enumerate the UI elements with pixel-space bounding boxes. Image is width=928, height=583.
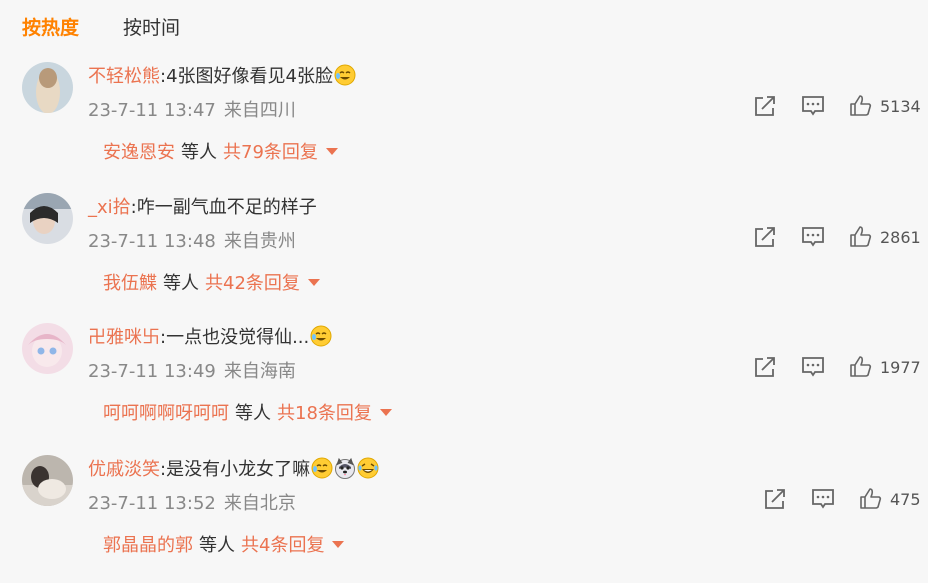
- comment-icon: [802, 96, 824, 116]
- reply-etc: 等人: [163, 273, 199, 294]
- comment-actions: 2861: [753, 223, 921, 251]
- reply-user-names[interactable]: 安逸恩安: [103, 142, 175, 163]
- reply-user-names[interactable]: 我伍鰈: [103, 273, 157, 294]
- cry-laugh-emoji-icon: [334, 64, 356, 86]
- like-count: 475: [890, 489, 921, 509]
- share-icon: [755, 96, 775, 116]
- share-button[interactable]: [753, 225, 777, 249]
- reply-total-link[interactable]: 共42条回复: [205, 273, 300, 294]
- comment-location: 来自贵州: [223, 231, 296, 252]
- cry-laugh-emoji-icon: [310, 325, 332, 347]
- comment-actions: 475: [763, 485, 921, 513]
- comment-meta: 23-7-11 13:47 来自四川: [88, 96, 296, 122]
- like-count: 1977: [880, 357, 921, 377]
- comment-text: 咋一副气血不足的样子: [136, 197, 317, 218]
- comment-icon: [802, 227, 824, 247]
- comment-actions: 1977: [753, 353, 921, 381]
- caret-down-icon[interactable]: [379, 409, 392, 416]
- username-link[interactable]: 优戚淡笑: [88, 459, 160, 480]
- username-link[interactable]: 卍雅咪卐: [88, 327, 160, 348]
- like-icon: [849, 355, 873, 379]
- reply-etc: 等人: [235, 403, 271, 424]
- like-icon: [849, 94, 873, 118]
- cry-laugh-emoji-icon: [311, 457, 333, 479]
- like-count: 5134: [880, 96, 921, 116]
- comment-item: 不轻松熊:4张图好像看见4张脸 23-7-11 13:47 来自四川 5134 安…: [0, 62, 928, 190]
- comment-item: 优戚淡笑:是没有小龙女了嘛 23-7-11 13:52 来自北京 475 郭晶晶的…: [0, 455, 928, 583]
- reply-total-link[interactable]: 共79条回复: [223, 142, 318, 163]
- avatar[interactable]: [22, 323, 73, 374]
- caret-down-icon[interactable]: [307, 279, 320, 286]
- comment-time: 23-7-11 13:48: [88, 231, 216, 252]
- avatar[interactable]: [22, 62, 73, 113]
- like-icon: [859, 487, 883, 511]
- comment-button[interactable]: [811, 487, 835, 511]
- comment-text-line: _xi拾:咋一副气血不足的样子: [88, 195, 317, 221]
- reply-summary[interactable]: 安逸恩安 等人 共79条回复: [103, 138, 338, 164]
- comment-text: 一点也没觉得仙...: [166, 327, 310, 348]
- like-button[interactable]: 475: [859, 487, 921, 511]
- comment-actions: 5134: [753, 92, 921, 120]
- sort-tabs: 按热度 按时间: [22, 12, 224, 40]
- like-button[interactable]: 5134: [849, 94, 921, 118]
- reply-summary[interactable]: 郭晶晶的郭 等人 共4条回复: [103, 531, 345, 557]
- reply-user-names[interactable]: 郭晶晶的郭: [103, 535, 193, 556]
- reply-summary[interactable]: 我伍鰈 等人 共42条回复: [103, 269, 320, 295]
- comment-time: 23-7-11 13:52: [88, 493, 216, 514]
- reply-total-link[interactable]: 共18条回复: [277, 403, 372, 424]
- comment-icon: [802, 357, 824, 377]
- share-button[interactable]: [753, 355, 777, 379]
- share-button[interactable]: [763, 487, 787, 511]
- comment-text-line: 卍雅咪卐:一点也没觉得仙...: [88, 325, 332, 351]
- like-count: 2861: [880, 227, 921, 247]
- reply-etc: 等人: [181, 142, 217, 163]
- comment-text-line: 不轻松熊:4张图好像看见4张脸: [88, 64, 356, 90]
- comment-location: 来自海南: [223, 361, 296, 382]
- username-link[interactable]: _xi拾: [88, 197, 131, 218]
- avatar[interactable]: [22, 193, 73, 244]
- share-icon: [755, 357, 775, 377]
- comment-location: 来自北京: [223, 493, 296, 514]
- comment-item: 卍雅咪卐:一点也没觉得仙... 23-7-11 13:49 来自海南 1977 呵…: [0, 323, 928, 451]
- reply-etc: 等人: [199, 535, 235, 556]
- tab-by-time[interactable]: 按时间: [123, 13, 180, 40]
- like-button[interactable]: 2861: [849, 225, 921, 249]
- username-link[interactable]: 不轻松熊: [88, 66, 160, 87]
- reply-total-link[interactable]: 共4条回复: [241, 535, 324, 556]
- comment-meta: 23-7-11 13:52 来自北京: [88, 489, 296, 515]
- share-icon: [755, 227, 775, 247]
- caret-down-icon[interactable]: [332, 541, 345, 548]
- comment-time: 23-7-11 13:49: [88, 361, 216, 382]
- comment-location: 来自四川: [223, 100, 296, 121]
- comment-icon: [812, 489, 834, 509]
- comment-button[interactable]: [801, 94, 825, 118]
- husky-emoji-icon: [334, 457, 356, 479]
- comment-meta: 23-7-11 13:48 来自贵州: [88, 227, 296, 253]
- laugh-emoji-icon: [357, 457, 379, 479]
- share-button[interactable]: [753, 94, 777, 118]
- comment-time: 23-7-11 13:47: [88, 100, 216, 121]
- comment-item: _xi拾:咋一副气血不足的样子 23-7-11 13:48 来自贵州 2861 我…: [0, 193, 928, 321]
- share-icon: [765, 489, 785, 509]
- comment-button[interactable]: [801, 355, 825, 379]
- comment-text: 4张图好像看见4张脸: [166, 66, 333, 87]
- like-icon: [849, 225, 873, 249]
- reply-user-names[interactable]: 呵呵啊啊呀呵呵: [103, 403, 229, 424]
- comment-text-line: 优戚淡笑:是没有小龙女了嘛: [88, 457, 379, 483]
- like-button[interactable]: 1977: [849, 355, 921, 379]
- reply-summary[interactable]: 呵呵啊啊呀呵呵 等人 共18条回复: [103, 399, 392, 425]
- caret-down-icon[interactable]: [325, 148, 338, 155]
- comment-text: 是没有小龙女了嘛: [166, 459, 311, 480]
- avatar[interactable]: [22, 455, 73, 506]
- comment-meta: 23-7-11 13:49 来自海南: [88, 357, 296, 383]
- tab-by-hot[interactable]: 按热度: [22, 13, 79, 40]
- comment-button[interactable]: [801, 225, 825, 249]
